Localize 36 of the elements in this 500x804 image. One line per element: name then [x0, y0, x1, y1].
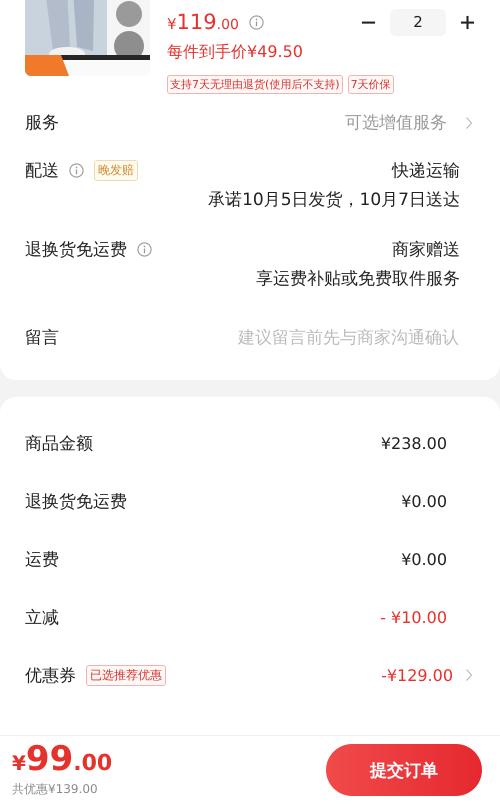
detail-text: 快递运输	[392, 160, 460, 182]
service-tag: 支持7天无理由退货(使用后不支持)	[167, 75, 343, 94]
coupon-amount[interactable]: -¥129.00	[381, 666, 453, 684]
note-field[interactable]: 建议留言前先与商家沟通确认	[199, 328, 459, 348]
service-link[interactable]: 可选增值服务	[345, 111, 447, 134]
row-label: 服务	[25, 112, 59, 134]
amount-text: ¥0.00	[401, 550, 447, 568]
coupon-badge: 已选推荐优惠	[86, 664, 166, 686]
amount-text: ¥0.00	[401, 492, 447, 510]
row-label: 优惠券	[25, 664, 76, 686]
detail-text: 承诺10月5日发货，10月7日送达	[208, 189, 460, 211]
row-label: 运费	[25, 548, 59, 570]
info-icon[interactable]	[248, 14, 264, 30]
info-icon[interactable]	[137, 242, 152, 257]
price-text: ¥119.00	[167, 10, 239, 34]
row-label: 退换货免运费	[25, 239, 127, 261]
plus-icon[interactable]	[460, 14, 475, 30]
amount-text: - ¥10.00	[380, 608, 447, 626]
service-tag: 7天价保	[348, 75, 394, 94]
unit-price-text: 每件到手价¥49.50	[167, 42, 304, 63]
row-label: 商品金额	[25, 432, 93, 454]
savings-text: 共优惠¥139.00	[12, 781, 99, 798]
quantity-field[interactable]: 2	[390, 8, 446, 36]
late-compensation-badge: 晚发赔	[94, 160, 138, 181]
amount-text: ¥238.00	[380, 434, 447, 452]
chevron-icon[interactable]	[465, 116, 473, 130]
detail-text: 享运费补贴或免费取件服务	[256, 268, 460, 290]
row-label: 退换货免运费	[25, 490, 127, 512]
chevron-icon[interactable]	[465, 668, 473, 682]
info-icon[interactable]	[69, 163, 84, 178]
row-label: 配送	[25, 160, 59, 182]
total-price: ¥99.00	[12, 742, 112, 776]
row-label: 留言	[25, 327, 59, 349]
row-label: 立减	[25, 606, 59, 628]
submit-order-button[interactable]: 提交订单	[326, 744, 482, 796]
detail-text: 商家赠送	[392, 239, 460, 261]
